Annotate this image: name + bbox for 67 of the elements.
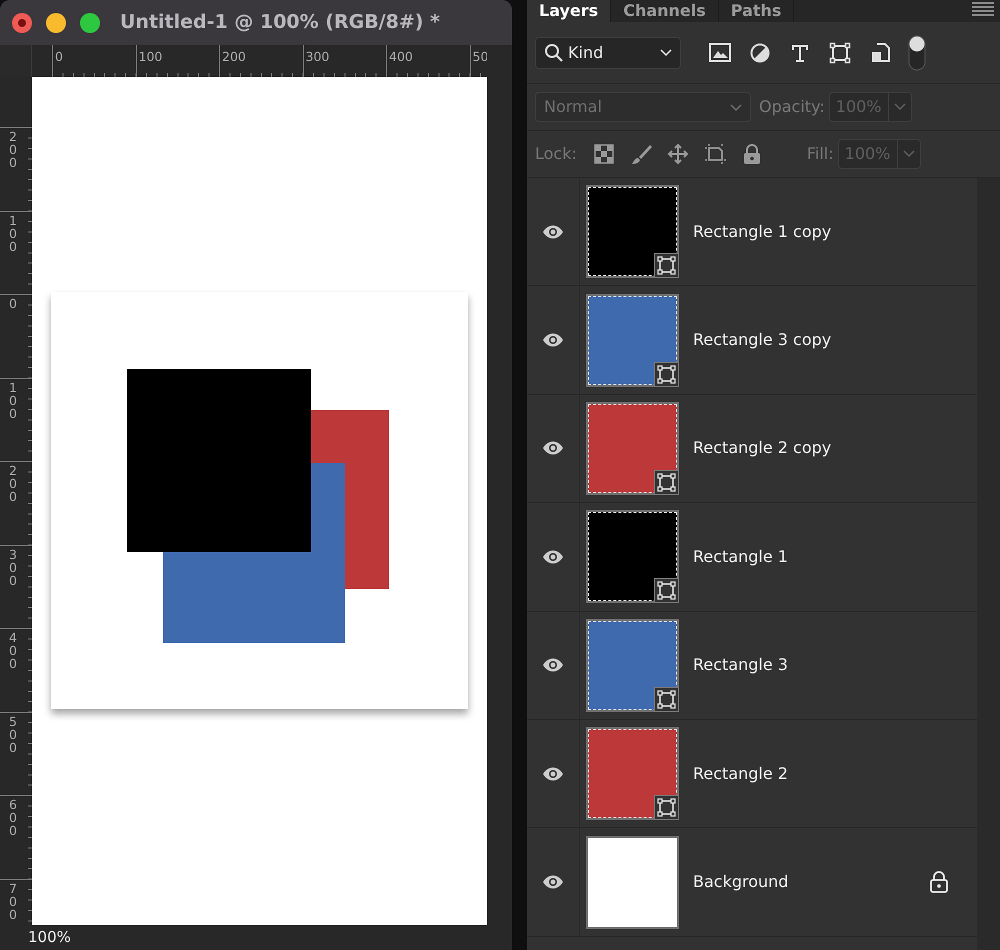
shape-layer-icon (657, 798, 676, 818)
smart-object-icon[interactable] (869, 42, 891, 64)
layer-row[interactable]: Background (527, 828, 977, 937)
ruler-label: 100 (9, 214, 17, 253)
layer-row[interactable]: Rectangle 1 copy (527, 178, 977, 286)
shape-layer-icon (657, 472, 676, 492)
menu-icon[interactable] (972, 2, 994, 16)
ruler-label: 200 (9, 464, 17, 504)
layer-name: Rectangle 2 copy (693, 437, 832, 460)
ruler-label: 700 (9, 882, 17, 921)
lock-pixels-icon[interactable] (592, 143, 615, 165)
panel-tab[interactable]: Layers (527, 0, 612, 22)
chevron-down-icon (894, 103, 906, 111)
eye-icon[interactable] (542, 548, 564, 565)
ruler-label: 0 (9, 297, 17, 310)
layer-name: Rectangle 2 (693, 762, 788, 785)
shape-layer-icon (657, 581, 676, 600)
eye-icon[interactable] (542, 440, 564, 456)
search-icon (544, 42, 564, 62)
chevron-down-icon (730, 104, 742, 112)
ruler-label: 300 (9, 548, 17, 587)
layer-row[interactable]: Rectangle 2 copy (527, 394, 977, 504)
filter-dropdown[interactable]: Kind (535, 36, 681, 68)
ruler-label: 200 (9, 130, 17, 170)
layer-row[interactable]: Rectangle 3 (527, 612, 977, 720)
half-circle-icon[interactable] (749, 42, 771, 64)
image-filter-icon[interactable] (709, 42, 731, 64)
ruler-label: 400 (9, 631, 17, 670)
zoom-level: 100% (28, 928, 71, 946)
eye-icon[interactable] (542, 766, 564, 782)
brush-icon[interactable] (630, 143, 652, 165)
ruler-label: 200 (222, 49, 246, 64)
ruler-label: 400 (389, 49, 413, 64)
chevron-down-icon (660, 49, 672, 58)
close-button[interactable] (12, 12, 32, 32)
layer-name: Rectangle 3 (693, 654, 788, 676)
layer-row[interactable]: Rectangle 2 (527, 720, 977, 828)
shape-layer-icon (657, 364, 676, 384)
layer-name: Background (693, 871, 788, 894)
ruler-label: 100 (9, 380, 17, 420)
layer-row[interactable]: Rectangle 1 (527, 503, 977, 612)
ruler-label: 300 (306, 49, 330, 64)
ruler-label: 600 (9, 798, 17, 838)
opacity-label: Opacity: (759, 96, 825, 118)
shape-icon[interactable] (829, 42, 851, 64)
ruler-label: 100 (138, 49, 162, 64)
layer-name: Rectangle 3 copy (693, 329, 832, 352)
eye-icon[interactable] (542, 332, 564, 348)
chevron-down-icon (902, 150, 915, 158)
shape-layer-icon (657, 690, 676, 709)
layer-name: Rectangle 1 copy (693, 220, 832, 243)
eye-icon[interactable] (542, 874, 564, 890)
move-icon[interactable] (666, 143, 689, 165)
shape-layer-icon (657, 256, 676, 276)
zoom-button[interactable] (80, 12, 100, 32)
minimize-button[interactable] (46, 12, 66, 32)
filter-toggle[interactable] (908, 34, 926, 70)
artboard-icon[interactable] (704, 143, 726, 165)
eye-icon[interactable] (542, 224, 564, 240)
eye-icon[interactable] (542, 657, 564, 674)
ruler-label: 0 (55, 49, 63, 64)
window-title: Untitled-1 @ 100% (RGB/8#) * (120, 10, 440, 36)
lock-label: Lock: (535, 143, 577, 165)
layer-row[interactable]: Rectangle 3 copy (527, 286, 977, 395)
fill-label: Fill: (806, 143, 834, 165)
ruler-label: 500 (9, 714, 17, 754)
layer-name: Rectangle 1 (693, 546, 788, 568)
